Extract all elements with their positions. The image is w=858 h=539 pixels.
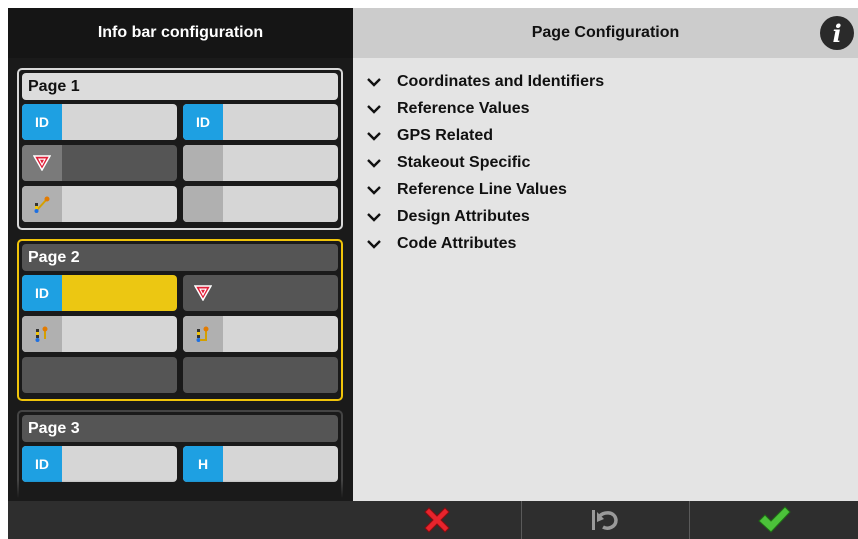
- page2-slot-2[interactable]: [183, 275, 338, 311]
- empty-tag: [183, 186, 223, 222]
- page2-slot-4[interactable]: [183, 316, 338, 352]
- reference-offset-icon: [183, 316, 223, 352]
- section-code-attributes[interactable]: Code Attributes: [353, 230, 858, 257]
- page-configuration-title: Page Configuration: [531, 24, 680, 41]
- confirm-button[interactable]: [689, 501, 858, 539]
- section-label: Stakeout Specific: [397, 153, 531, 171]
- page1-slot-2[interactable]: ID: [183, 104, 338, 140]
- page2-slot-6[interactable]: [183, 357, 338, 393]
- info-icon[interactable]: i: [820, 16, 854, 50]
- undo-button[interactable]: [520, 501, 690, 539]
- page1-slot-6[interactable]: [183, 186, 338, 222]
- page-card-3[interactable]: Page 3 ID H: [17, 410, 343, 498]
- page3-slot-1[interactable]: ID: [22, 446, 177, 482]
- stakeout-triangle-icon: [22, 145, 62, 181]
- page-title: Page 3: [22, 415, 338, 442]
- page2-slot-1[interactable]: ID: [22, 275, 177, 311]
- chevron-down-icon: [366, 239, 386, 249]
- page1-slot-5[interactable]: [22, 186, 177, 222]
- page-list[interactable]: Page 1 ID ID Page 2 ID Page 3 ID H: [17, 68, 343, 498]
- page-title: Page 2: [22, 244, 338, 271]
- section-label: Design Attributes: [397, 207, 530, 225]
- page1-slot-1[interactable]: ID: [22, 104, 177, 140]
- section-label: Reference Line Values: [397, 180, 567, 198]
- section-label: Code Attributes: [397, 234, 517, 252]
- chevron-down-icon: [366, 77, 386, 87]
- reference-line-icon: [22, 186, 62, 222]
- section-label: GPS Related: [397, 126, 494, 144]
- info-bar-title: Info bar configuration: [8, 8, 353, 58]
- chevron-down-icon: [366, 104, 386, 114]
- page-card-2[interactable]: Page 2 ID: [17, 239, 343, 401]
- section-coordinates-and-identifiers[interactable]: Coordinates and Identifiers: [353, 68, 858, 95]
- chevron-down-icon: [366, 212, 386, 222]
- page-configuration-panel: Page Configuration i Coordinates and Ide…: [353, 8, 858, 539]
- id-tag: ID: [22, 275, 62, 311]
- section-gps-related[interactable]: GPS Related: [353, 122, 858, 149]
- id-tag: ID: [183, 104, 223, 140]
- id-tag: ID: [22, 446, 62, 482]
- empty-tag: [183, 145, 223, 181]
- green-check-icon: [758, 506, 791, 533]
- reference-point-icon: [22, 316, 62, 352]
- page3-slot-2[interactable]: H: [183, 446, 338, 482]
- page-title: Page 1: [22, 73, 338, 100]
- section-design-attributes[interactable]: Design Attributes: [353, 203, 858, 230]
- action-bar: [353, 501, 858, 539]
- section-label: Coordinates and Identifiers: [397, 72, 605, 90]
- page2-slot-5[interactable]: [22, 357, 177, 393]
- red-x-icon: [424, 507, 450, 533]
- section-stakeout-specific[interactable]: Stakeout Specific: [353, 149, 858, 176]
- page-configuration-header: Page Configuration i: [353, 8, 858, 58]
- chevron-down-icon: [366, 185, 386, 195]
- section-label: Reference Values: [397, 99, 530, 117]
- page-card-1[interactable]: Page 1 ID ID: [17, 68, 343, 230]
- id-tag: ID: [22, 104, 62, 140]
- stakeout-triangle-icon: [183, 275, 223, 311]
- app-window: Info bar configuration Page 1 ID ID Page…: [8, 8, 858, 539]
- page1-slot-4[interactable]: [183, 145, 338, 181]
- section-reference-line-values[interactable]: Reference Line Values: [353, 176, 858, 203]
- info-bar-panel: Info bar configuration Page 1 ID ID Page…: [8, 8, 353, 539]
- page2-slot-3[interactable]: [22, 316, 177, 352]
- page1-slot-3[interactable]: [22, 145, 177, 181]
- cancel-button[interactable]: [353, 501, 521, 539]
- height-tag: H: [183, 446, 223, 482]
- chevron-down-icon: [366, 158, 386, 168]
- undo-icon: [591, 510, 618, 530]
- chevron-down-icon: [366, 131, 386, 141]
- left-footer-bar: [8, 501, 353, 539]
- section-list: Coordinates and Identifiers Reference Va…: [353, 68, 858, 257]
- section-reference-values[interactable]: Reference Values: [353, 95, 858, 122]
